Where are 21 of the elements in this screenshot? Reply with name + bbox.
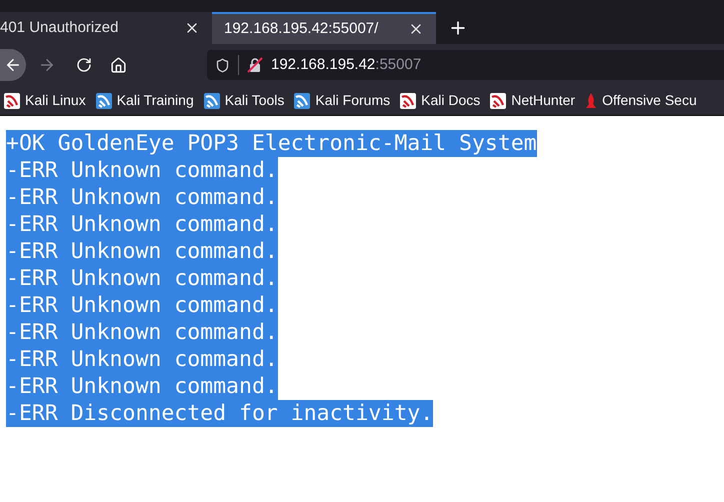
bookmark-item[interactable]: Kali Forums [294, 90, 390, 111]
bookmark-item[interactable]: Kali Linux [4, 90, 86, 111]
forward-icon[interactable] [38, 56, 56, 74]
back-button[interactable] [0, 49, 26, 81]
browser-tab[interactable]: 401 Unauthorized [0, 12, 212, 44]
bookmark-item[interactable]: Kali Docs [400, 90, 480, 111]
bookmark-item[interactable]: Offensive Secu [585, 90, 697, 111]
browser-tab[interactable]: 192.168.195.42:55007/ [212, 12, 436, 44]
reload-icon[interactable] [76, 57, 92, 73]
back-icon [4, 56, 22, 74]
url-text: 192.168.195.42:55007 [271, 54, 422, 75]
tab-title: 192.168.195.42:55007/ [224, 18, 378, 39]
flame-icon [585, 92, 598, 108]
address-field[interactable]: 192.168.195.42:55007 [207, 50, 724, 80]
bookmark-item[interactable]: Kali Training [96, 90, 194, 111]
tab-title: 401 Unauthorized [0, 18, 118, 38]
home-icon[interactable] [110, 56, 127, 74]
shield-icon[interactable] [215, 58, 230, 72]
bookmark-item[interactable]: NetHunter [490, 90, 576, 111]
bookmark-item[interactable]: Kali Tools [204, 90, 284, 111]
insecure-lock-icon[interactable] [247, 57, 263, 73]
